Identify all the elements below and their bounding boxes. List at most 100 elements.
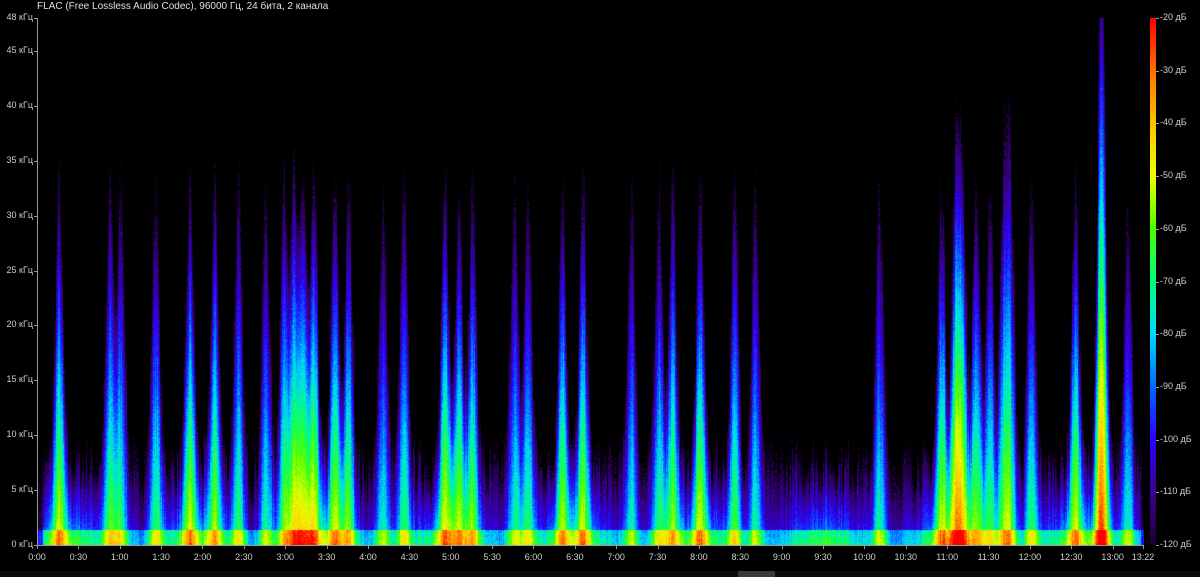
x-tick-label: 0:30 — [69, 552, 88, 562]
x-tick-label: 5:30 — [483, 552, 501, 562]
y-tick-label: 25 кГц — [6, 264, 33, 275]
y-tick-mark — [34, 215, 37, 217]
x-tick-label: 1:30 — [152, 552, 170, 562]
colorbar-tick-label: -70 дБ — [1160, 275, 1187, 286]
colorbar-tick-label: -50 дБ — [1160, 170, 1187, 181]
colorbar-tick-label: -60 дБ — [1160, 222, 1187, 233]
x-tick-mark — [533, 545, 535, 549]
x-tick-mark — [905, 545, 907, 549]
x-tick-label: 0:00 — [28, 552, 46, 562]
colorbar-tick-mark — [1156, 334, 1159, 336]
y-tick-label: 5 кГц — [11, 484, 33, 495]
colorbar-tick-mark — [1156, 228, 1159, 230]
colorbar-tick-label: -100 дБ — [1160, 433, 1192, 444]
x-tick-mark — [243, 545, 245, 549]
x-tick-label: 5:00 — [441, 552, 460, 562]
x-tick-label: 9:30 — [814, 552, 832, 562]
y-tick-label: 35 кГц — [6, 154, 33, 165]
x-tick-mark — [616, 545, 618, 549]
x-tick-mark — [574, 545, 576, 549]
colorbar-tick-label: -110 дБ — [1160, 486, 1192, 497]
colorbar-tick-mark — [1156, 386, 1159, 388]
colorbar-tick-label: -30 дБ — [1160, 64, 1187, 75]
y-tick-label: 48 кГц — [6, 12, 33, 22]
x-tick-label: 2:30 — [235, 552, 253, 562]
x-tick-mark — [78, 545, 80, 549]
x-tick-mark — [1071, 545, 1073, 549]
y-tick-mark — [34, 435, 37, 437]
colorbar-tick-mark — [1156, 439, 1159, 441]
x-tick-mark — [285, 545, 287, 549]
x-tick-label: 9:00 — [772, 552, 791, 562]
x-tick-label: 13:22 — [1131, 552, 1155, 562]
x-tick-label: 13:00 — [1101, 552, 1124, 562]
x-tick-label: 8:00 — [690, 552, 708, 562]
y-tick-label: 45 кГц — [6, 44, 33, 55]
x-tick-mark — [740, 545, 742, 549]
x-tick-label: 3:00 — [276, 552, 294, 562]
y-tick-label: 40 кГц — [6, 99, 33, 110]
x-tick-mark — [450, 545, 452, 549]
colorbar-tick-mark — [1156, 176, 1159, 178]
y-tick-mark — [34, 160, 37, 162]
x-tick-mark — [37, 545, 38, 549]
x-tick-label: 6:30 — [566, 552, 584, 562]
spectrogram-plot[interactable] — [37, 18, 1144, 546]
scrollbar-thumb[interactable] — [738, 571, 775, 577]
colorbar-tick-mark — [1156, 492, 1159, 494]
x-tick-mark — [823, 545, 825, 549]
y-tick-label: 30 кГц — [6, 209, 33, 220]
x-tick-mark — [947, 545, 949, 549]
colorbar-tick-mark — [1156, 18, 1159, 19]
x-tick-label: 3:30 — [317, 552, 336, 562]
y-tick-label: 0 кГц — [11, 539, 33, 549]
y-tick-mark — [34, 490, 37, 492]
x-tick-mark — [1143, 545, 1144, 549]
y-tick-mark — [34, 50, 37, 52]
x-tick-mark — [326, 545, 328, 549]
x-tick-mark — [1029, 545, 1031, 549]
x-tick-label: 4:00 — [359, 552, 377, 562]
colorbar-tick-label: -80 дБ — [1160, 328, 1187, 339]
horizontal-scrollbar[interactable] — [0, 571, 1200, 577]
x-tick-label: 7:00 — [607, 552, 625, 562]
x-tick-mark — [1112, 545, 1114, 549]
y-tick-mark — [34, 270, 37, 272]
colorbar-tick-mark — [1156, 281, 1159, 283]
x-tick-label: 1:00 — [110, 552, 129, 562]
y-tick-label: 20 кГц — [6, 319, 33, 330]
x-tick-label: 8:30 — [731, 552, 750, 562]
colorbar-tick-label: -20 дБ — [1160, 12, 1187, 22]
chart-title: FLAC (Free Lossless Audio Codec), 96000 … — [37, 1, 329, 12]
colorbar-tick-mark — [1156, 70, 1159, 72]
x-tick-label: 11:30 — [977, 552, 1000, 562]
spectrogram-heatmap — [38, 18, 1144, 545]
y-tick-mark — [34, 325, 37, 327]
x-tick-label: 6:00 — [524, 552, 543, 562]
x-tick-mark — [409, 545, 411, 549]
x-tick-mark — [657, 545, 659, 549]
x-tick-mark — [988, 545, 990, 549]
x-tick-label: 12:30 — [1060, 552, 1083, 562]
colorbar-tick-mark — [1156, 545, 1159, 546]
y-tick-mark — [34, 380, 37, 382]
x-tick-mark — [698, 545, 700, 549]
x-tick-label: 10:30 — [894, 552, 918, 562]
y-tick-mark — [34, 105, 37, 107]
x-tick-label: 7:30 — [648, 552, 667, 562]
x-tick-mark — [119, 545, 121, 549]
colorbar-tick-label: -40 дБ — [1160, 117, 1187, 128]
x-tick-mark — [202, 545, 204, 549]
x-tick-label: 12:00 — [1018, 552, 1042, 562]
colorbar-tick-label: -90 дБ — [1160, 380, 1187, 391]
x-tick-mark — [492, 545, 494, 549]
colorbar-tick-mark — [1156, 123, 1159, 125]
x-tick-label: 4:30 — [400, 552, 419, 562]
colorbar-tick-label: -120 дБ — [1160, 539, 1192, 549]
x-tick-mark — [367, 545, 369, 549]
x-tick-label: 10:00 — [853, 552, 876, 562]
x-tick-mark — [864, 545, 866, 549]
y-tick-label: 15 кГц — [6, 374, 33, 385]
x-tick-mark — [161, 545, 163, 549]
x-tick-mark — [781, 545, 783, 549]
